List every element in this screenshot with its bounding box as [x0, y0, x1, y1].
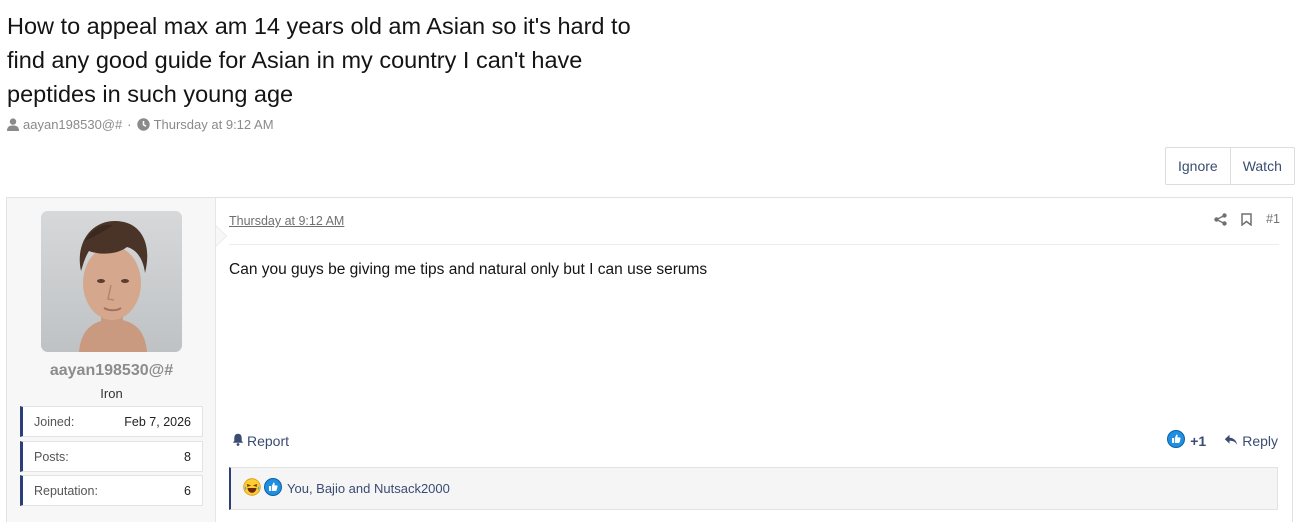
laugh-emoji-icon — [243, 478, 261, 499]
like-icon — [264, 478, 282, 499]
post-date-link[interactable]: Thursday at 9:12 AM — [229, 214, 344, 228]
share-icon[interactable] — [1214, 212, 1227, 226]
user-stat-joined: Joined: Feb 7, 2026 — [20, 406, 203, 437]
watch-button[interactable]: Watch — [1229, 148, 1294, 184]
reactions-bar[interactable]: You, Bajio and Nutsack2000 — [229, 467, 1278, 510]
bookmark-icon[interactable] — [1241, 212, 1252, 226]
post-body-text: Can you guys be giving me tips and natur… — [229, 261, 708, 278]
reply-icon — [1224, 433, 1238, 449]
user-stat-reputation: Reputation: 6 — [20, 475, 203, 506]
stat-value: Feb 7, 2026 — [124, 414, 191, 429]
thread-action-buttons: Ignore Watch — [1165, 147, 1295, 185]
stat-label: Joined: — [34, 414, 75, 429]
reaction-score-button[interactable]: +1 — [1167, 430, 1206, 451]
reactions-users-link[interactable]: You, Bajio and Nutsack2000 — [287, 481, 450, 496]
post-actions: #1 — [1214, 212, 1280, 226]
stat-value: 8 — [184, 449, 191, 464]
post-header-divider — [229, 244, 1279, 245]
post-number-link[interactable]: #1 — [1266, 212, 1280, 226]
ignore-button[interactable]: Ignore — [1166, 148, 1230, 184]
thread-author-link[interactable]: aayan198530@# — [23, 117, 122, 132]
stat-value: 6 — [184, 483, 191, 498]
post-main-cell: Thursday at 9:12 AM #1 Can you guys be g… — [216, 198, 1292, 522]
thread-meta: aayan198530@# · Thursday at 9:12 AM — [7, 117, 274, 132]
avatar[interactable] — [41, 211, 182, 352]
thread-title: How to appeal max am 14 years old am Asi… — [7, 13, 631, 107]
thread-date-link[interactable]: Thursday at 9:12 AM — [154, 117, 274, 132]
user-rank-title: Iron — [100, 386, 123, 401]
reply-label: Reply — [1242, 432, 1278, 449]
user-stat-posts: Posts: 8 — [20, 441, 203, 472]
post-footer-actions: +1 Reply — [1167, 430, 1278, 451]
stat-label: Reputation: — [34, 483, 98, 498]
meta-separator: · — [127, 117, 132, 132]
post-message: aayan198530@# Iron Joined: Feb 7, 2026 P… — [6, 197, 1293, 522]
report-link[interactable]: Report — [232, 433, 289, 449]
reply-button[interactable]: Reply — [1224, 433, 1278, 449]
clock-icon — [136, 118, 150, 131]
reaction-score: +1 — [1190, 432, 1207, 449]
user-icon — [7, 118, 19, 131]
stat-label: Posts: — [34, 449, 69, 464]
like-icon — [1167, 430, 1186, 451]
bell-icon — [232, 433, 244, 449]
report-label: Report — [247, 433, 290, 449]
post-username[interactable]: aayan198530@# — [7, 362, 216, 380]
post-user-cell: aayan198530@# Iron Joined: Feb 7, 2026 P… — [7, 198, 227, 522]
